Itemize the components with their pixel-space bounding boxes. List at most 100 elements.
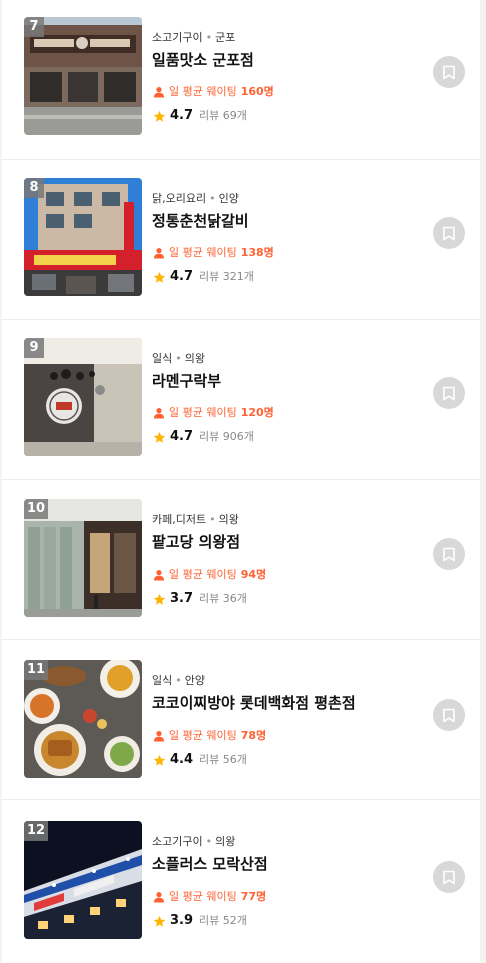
bookmark-button[interactable] bbox=[433, 217, 465, 249]
category-label: 소고기구이 bbox=[152, 31, 203, 44]
bookmark-icon bbox=[443, 870, 455, 884]
bookmark-button[interactable] bbox=[433, 377, 465, 409]
rating-score: 3.7 bbox=[170, 591, 194, 606]
wait-count: 94명 bbox=[240, 568, 267, 581]
rating-row: 4.4 리뷰 56개 bbox=[153, 752, 247, 768]
wait-label: 일 평균 웨이팅 bbox=[169, 729, 237, 742]
bookmark-button[interactable] bbox=[433, 699, 465, 731]
category-label: 일식 bbox=[152, 674, 173, 687]
rating-score: 4.7 bbox=[170, 108, 194, 123]
restaurant-thumbnail[interactable]: 11 bbox=[24, 660, 142, 778]
category-area: 닭,오리요리 • 인양 bbox=[152, 192, 239, 206]
bookmark-button[interactable] bbox=[433, 56, 465, 88]
restaurant-name[interactable]: 코코이찌방야 롯데백화점 평촌점 bbox=[152, 693, 356, 713]
star-icon bbox=[153, 110, 166, 122]
restaurant-name[interactable]: 팥고당 의왕점 bbox=[152, 532, 240, 552]
wait-label: 일 평균 웨이팅 bbox=[169, 568, 237, 581]
bookmark-icon bbox=[443, 65, 455, 79]
review-count: 리뷰 56개 bbox=[199, 753, 247, 766]
area-label: 군포 bbox=[215, 31, 236, 44]
list-item[interactable]: 11 일식 • 안양 코코이찌방야 롯데백화점 평촌점 일 평균 웨이팅 78명 4.… bbox=[2, 640, 480, 800]
restaurant-name[interactable]: 소플러스 모락산점 bbox=[152, 854, 268, 874]
restaurant-thumbnail[interactable]: 7 bbox=[24, 17, 142, 135]
person-icon bbox=[154, 87, 164, 98]
restaurant-thumbnail[interactable]: 8 bbox=[24, 178, 142, 296]
category-label: 소고기구이 bbox=[152, 835, 203, 848]
wait-count: 120명 bbox=[240, 406, 274, 419]
wait-label: 일 평균 웨이팅 bbox=[169, 85, 237, 98]
rank-badge: 8 bbox=[24, 178, 44, 198]
restaurant-name[interactable]: 일품맛소 군포점 bbox=[152, 50, 254, 70]
person-icon bbox=[154, 248, 164, 259]
list-item[interactable]: 10 카페,디저트 • 의왕 팥고당 의왕점 일 평균 웨이팅 94명 3.7 리뷰 … bbox=[2, 480, 480, 640]
average-wait: 일 평균 웨이팅 120명 bbox=[153, 406, 274, 420]
rating-row: 4.7 리뷰 321개 bbox=[153, 269, 254, 285]
restaurant-thumbnail[interactable]: 9 bbox=[24, 338, 142, 456]
star-icon bbox=[153, 754, 166, 766]
rating-row: 4.7 리뷰 69개 bbox=[153, 108, 247, 124]
restaurant-name[interactable]: 라멘구락부 bbox=[152, 371, 221, 391]
rating-row: 3.9 리뷰 52개 bbox=[153, 913, 247, 929]
area-label: 의왕 bbox=[215, 835, 236, 848]
category-area: 일식 • 안양 bbox=[152, 674, 205, 688]
list-item[interactable]: 9 일식 • 의왕 라멘구락부 일 평균 웨이팅 120명 4.7 리뷰 906개 bbox=[2, 320, 480, 480]
rating-row: 3.7 리뷰 36개 bbox=[153, 591, 247, 607]
star-icon bbox=[153, 271, 166, 283]
category-label: 카페,디저트 bbox=[152, 513, 207, 526]
average-wait: 일 평균 웨이팅 94명 bbox=[153, 568, 266, 582]
star-icon bbox=[153, 593, 166, 605]
category-area: 소고기구이 • 군포 bbox=[152, 31, 235, 45]
restaurant-ranking-list: 7 소고기구이 • 군포 일품맛소 군포점 일 평균 웨이팅 160명 4.7 리뷰 … bbox=[2, 0, 480, 963]
separator-dot: • bbox=[209, 513, 216, 526]
rating-score: 4.4 bbox=[170, 752, 194, 767]
separator-dot: • bbox=[209, 192, 216, 205]
category-area: 소고기구이 • 의왕 bbox=[152, 835, 235, 849]
rank-badge: 10 bbox=[24, 499, 49, 519]
star-icon bbox=[153, 431, 166, 443]
category-area: 카페,디저트 • 의왕 bbox=[152, 513, 239, 527]
category-area: 일식 • 의왕 bbox=[152, 352, 205, 366]
person-icon bbox=[154, 408, 164, 419]
area-label: 의왕 bbox=[218, 513, 239, 526]
category-label: 일식 bbox=[152, 352, 173, 365]
separator-dot: • bbox=[205, 31, 213, 44]
person-icon bbox=[154, 731, 164, 742]
separator-dot: • bbox=[175, 674, 182, 687]
restaurant-thumbnail[interactable]: 10 bbox=[24, 499, 142, 617]
wait-count: 78명 bbox=[240, 729, 267, 742]
separator-dot: • bbox=[205, 835, 213, 848]
wait-label: 일 평균 웨이팅 bbox=[169, 406, 237, 419]
rating-score: 3.9 bbox=[170, 913, 194, 928]
rating-row: 4.7 리뷰 906개 bbox=[153, 429, 254, 445]
review-count: 리뷰 906개 bbox=[199, 430, 254, 443]
person-icon bbox=[154, 570, 164, 581]
restaurant-thumbnail[interactable]: 12 bbox=[24, 821, 142, 939]
average-wait: 일 평균 웨이팅 160명 bbox=[153, 85, 274, 99]
bookmark-icon bbox=[443, 547, 455, 561]
bookmark-button[interactable] bbox=[433, 861, 465, 893]
bookmark-button[interactable] bbox=[433, 538, 465, 570]
wait-label: 일 평균 웨이팅 bbox=[169, 246, 237, 259]
category-label: 닭,오리요리 bbox=[152, 192, 207, 205]
list-item[interactable]: 7 소고기구이 • 군포 일품맛소 군포점 일 평균 웨이팅 160명 4.7 리뷰 … bbox=[2, 0, 480, 160]
area-label: 의왕 bbox=[184, 352, 205, 365]
list-item[interactable]: 12 소고기구이 • 의왕 소플러스 모락산점 일 평균 웨이팅 77명 3.9 리뷰… bbox=[2, 800, 480, 963]
average-wait: 일 평균 웨이팅 138명 bbox=[153, 246, 274, 260]
wait-label: 일 평균 웨이팅 bbox=[169, 890, 237, 903]
list-item[interactable]: 8 닭,오리요리 • 인양 정통춘천닭갈비 일 평균 웨이팅 138명 4.7 리뷰 … bbox=[2, 160, 480, 320]
review-count: 리뷰 69개 bbox=[199, 109, 247, 122]
bookmark-icon bbox=[443, 226, 455, 240]
average-wait: 일 평균 웨이팅 78명 bbox=[153, 729, 266, 743]
bookmark-icon bbox=[443, 386, 455, 400]
area-label: 인양 bbox=[218, 192, 239, 205]
star-icon bbox=[153, 915, 166, 927]
wait-count: 160명 bbox=[240, 85, 274, 98]
area-label: 안양 bbox=[184, 674, 205, 687]
wait-count: 138명 bbox=[240, 246, 274, 259]
restaurant-name[interactable]: 정통춘천닭갈비 bbox=[152, 211, 249, 231]
rank-badge: 7 bbox=[24, 17, 44, 37]
wait-count: 77명 bbox=[240, 890, 267, 903]
average-wait: 일 평균 웨이팅 77명 bbox=[153, 890, 266, 904]
bookmark-icon bbox=[443, 708, 455, 722]
rank-badge: 11 bbox=[24, 660, 49, 680]
